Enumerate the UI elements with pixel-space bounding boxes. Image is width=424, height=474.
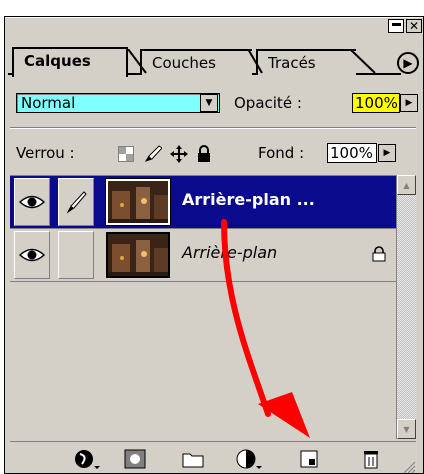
trash-icon[interactable] xyxy=(358,448,384,470)
scroll-up-arrow[interactable]: ▲ xyxy=(397,175,416,195)
window-controls: ✕ xyxy=(388,19,422,33)
palette-menu-button[interactable]: ▶ xyxy=(397,52,419,74)
blend-row: Normal ▼ Opacité : 100% ▶ xyxy=(16,93,418,117)
eye-icon xyxy=(19,195,45,209)
resize-grip-icon[interactable] xyxy=(402,460,416,474)
lock-icon xyxy=(372,246,386,266)
fill-input[interactable]: 100% xyxy=(327,143,377,163)
blend-mode-select[interactable]: Normal xyxy=(16,93,220,113)
separator xyxy=(10,127,416,129)
tab-label: Calques xyxy=(24,52,91,70)
lock-all-icon[interactable] xyxy=(195,145,213,163)
layer-thumbnail xyxy=(105,178,171,226)
adjustment-layer-icon[interactable] xyxy=(236,448,262,470)
triangle-right-icon: ▶ xyxy=(403,56,413,70)
fill-label: Fond : xyxy=(258,144,305,162)
blend-dropdown-button[interactable]: ▼ xyxy=(200,94,218,112)
fill-value: 100% xyxy=(330,144,373,162)
triangle-right-icon: ▶ xyxy=(383,148,391,158)
mask-icon[interactable] xyxy=(122,448,148,470)
layer-style-icon[interactable] xyxy=(74,448,100,470)
scroll-down-arrow[interactable]: ▼ xyxy=(397,419,416,439)
opacity-value: 100% xyxy=(355,94,398,112)
eye-icon xyxy=(19,248,45,262)
opacity-label: Opacité : xyxy=(234,94,302,112)
layer-name: Arrière-plan xyxy=(182,243,278,262)
layers-list: Arrière-plan ... Arrière-plan xyxy=(10,175,396,439)
layers-scrollbar[interactable]: ▲ ▼ xyxy=(396,175,416,439)
opacity-slider-button[interactable]: ▶ xyxy=(400,94,418,112)
layer-name: Arrière-plan ... xyxy=(182,190,315,209)
lock-transparency-icon[interactable] xyxy=(117,145,135,163)
new-set-icon[interactable] xyxy=(180,448,206,470)
link-toggle[interactable] xyxy=(58,178,94,226)
layer-row[interactable]: Arrière-plan xyxy=(10,229,396,282)
minimize-button[interactable] xyxy=(388,19,404,33)
layer-row[interactable]: Arrière-plan ... xyxy=(10,176,396,229)
triangle-down-icon: ▼ xyxy=(403,424,410,434)
chevron-down-icon: ▼ xyxy=(205,98,213,108)
visibility-toggle[interactable] xyxy=(14,231,50,279)
tab-slants xyxy=(127,49,376,74)
lock-label: Verrou : xyxy=(16,144,75,162)
close-button[interactable]: ✕ xyxy=(406,19,422,33)
lock-paint-icon[interactable] xyxy=(144,145,162,163)
visibility-toggle[interactable] xyxy=(14,178,50,226)
blend-mode-value: Normal xyxy=(21,94,76,112)
new-layer-icon[interactable] xyxy=(296,448,322,470)
opacity-input[interactable]: 100% xyxy=(352,93,400,113)
triangle-up-icon: ▲ xyxy=(403,180,410,190)
layer-thumbnail xyxy=(106,232,170,278)
layers-toolbar xyxy=(10,441,416,474)
triangle-right-icon: ▶ xyxy=(405,98,413,108)
tab-calques[interactable]: Calques xyxy=(12,47,128,77)
link-toggle[interactable] xyxy=(58,231,94,279)
fill-slider-button[interactable]: ▶ xyxy=(378,144,396,162)
lock-move-icon[interactable] xyxy=(170,145,188,163)
lock-row: Verrou : Fond : 100% ▶ xyxy=(16,143,416,167)
brush-icon xyxy=(66,191,87,214)
